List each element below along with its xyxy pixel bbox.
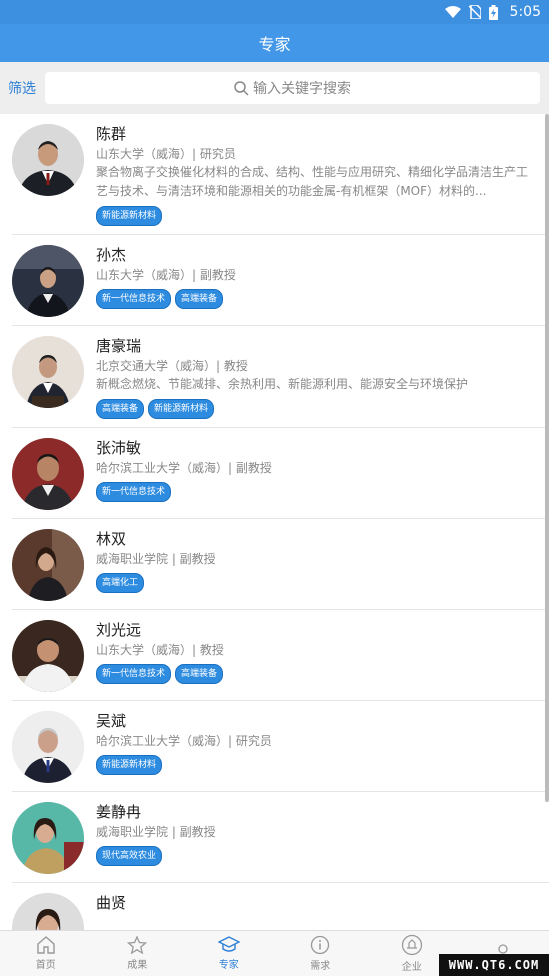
expert-item[interactable]: 孙杰 山东大学（威海）| 副教授 新一代信息技术 高端装备 [12, 235, 549, 326]
expert-name: 吴斌 [96, 712, 127, 730]
expert-item[interactable]: 唐豪瑞 北京交通大学（威海）| 教授 新概念燃烧、节能减排、余热利用、新能源利用… [12, 326, 549, 428]
search-input[interactable]: 输入关键字搜索 [45, 72, 540, 104]
expert-list[interactable]: 陈群 山东大学（威海）| 研究员 聚合物离子交换催化材料的合成、结构、性能与应用… [0, 114, 549, 930]
tag[interactable]: 高端装备 [175, 289, 224, 309]
expert-org: 山东大学（威海）| 教授 [96, 643, 224, 657]
expert-item[interactable]: 姜静冉 威海职业学院 | 副教授 现代高效农业 [12, 792, 549, 883]
tag[interactable]: 高端装备 [175, 664, 224, 684]
expert-name: 陈群 [96, 125, 127, 143]
expert-org: 山东大学（威海）| 研究员 [96, 147, 236, 161]
expert-item[interactable]: 吴斌 哈尔滨工业大学（威海）| 研究员 新能源新材料 [12, 701, 549, 792]
expert-org: 哈尔滨工业大学（威海）| 副教授 [96, 461, 272, 475]
page-title: 专家 [258, 35, 291, 54]
tag[interactable]: 现代高效农业 [96, 846, 163, 866]
tag[interactable]: 新能源新材料 [96, 755, 163, 775]
avatar [12, 124, 84, 196]
expert-desc: 聚合物离子交换催化材料的合成、结构、性能与应用研究、精细化学品清洁生产工艺与技术… [96, 165, 529, 198]
tag[interactable]: 高端化工 [96, 573, 145, 593]
home-icon [37, 936, 55, 954]
search-placeholder: 输入关键字搜索 [253, 81, 351, 97]
expert-org: 哈尔滨工业大学（威海）| 研究员 [96, 734, 272, 748]
expert-name: 曲贤 [96, 894, 127, 912]
tab-label: 企业 [401, 962, 422, 973]
expert-name: 张沛敏 [96, 439, 142, 457]
tab-demands[interactable]: 需求 [275, 931, 367, 976]
expert-org: 北京交通大学（威海）| 教授 [96, 359, 248, 373]
expert-name: 姜静冉 [96, 803, 142, 821]
avatar [12, 620, 84, 692]
avatar [12, 336, 84, 408]
avatar [12, 711, 84, 783]
graduation-cap-icon [217, 936, 240, 952]
tab-label: 需求 [310, 961, 331, 972]
enterprise-icon [401, 934, 422, 956]
avatar [12, 529, 84, 601]
search-icon [234, 80, 249, 96]
battery-icon [488, 4, 498, 20]
expert-org: 威海职业学院 | 副教授 [96, 825, 216, 839]
tag[interactable]: 新一代信息技术 [96, 289, 172, 309]
app-bar: 专家 [0, 24, 549, 62]
tag[interactable]: 高端装备 [96, 399, 145, 419]
tab-achievements[interactable]: 成果 [92, 931, 184, 976]
tab-label: 成果 [127, 960, 148, 971]
expert-name: 唐豪瑞 [96, 337, 142, 355]
expert-org: 山东大学（威海）| 副教授 [96, 268, 236, 282]
expert-name: 孙杰 [96, 246, 127, 264]
watermark: WWW.QT6.COM [439, 954, 549, 976]
expert-name: 刘光远 [96, 621, 142, 639]
search-row: 筛选 输入关键字搜索 [0, 62, 549, 114]
tab-home[interactable]: 首页 [0, 931, 92, 976]
expert-desc: 新概念燃烧、节能减排、余热利用、新能源利用、能源安全与环境保护 [96, 377, 469, 391]
expert-item[interactable]: 刘光远 山东大学（威海）| 教授 新一代信息技术 高端装备 [12, 610, 549, 701]
avatar [12, 893, 84, 930]
tag[interactable]: 新能源新材料 [96, 206, 163, 226]
avatar [12, 802, 84, 874]
status-time: 5:05 [509, 4, 541, 20]
star-icon [127, 936, 148, 954]
tag[interactable]: 新一代信息技术 [96, 664, 172, 684]
filter-button[interactable]: 筛选 [0, 78, 44, 98]
tab-label: 专家 [218, 960, 239, 971]
avatar [12, 245, 84, 317]
expert-item[interactable]: 林双 威海职业学院 | 副教授 高端化工 [12, 519, 549, 610]
tag[interactable]: 新能源新材料 [148, 399, 215, 419]
expert-item[interactable]: 张沛敏 哈尔滨工业大学（威海）| 副教授 新一代信息技术 [12, 428, 549, 519]
info-icon [311, 935, 330, 955]
no-sim-icon [468, 5, 481, 19]
expert-name: 林双 [96, 530, 127, 548]
tab-experts[interactable]: 专家 [183, 931, 275, 976]
expert-org: 威海职业学院 | 副教授 [96, 552, 216, 566]
expert-item[interactable]: 曲贤 [12, 883, 549, 930]
avatar [12, 438, 84, 510]
tab-label: 首页 [35, 960, 56, 971]
status-bar: 5:05 [0, 0, 549, 24]
scrollbar[interactable] [545, 114, 549, 802]
tag[interactable]: 新一代信息技术 [96, 482, 172, 502]
expert-item[interactable]: 陈群 山东大学（威海）| 研究员 聚合物离子交换催化材料的合成、结构、性能与应用… [12, 114, 549, 235]
wifi-icon [444, 6, 461, 18]
